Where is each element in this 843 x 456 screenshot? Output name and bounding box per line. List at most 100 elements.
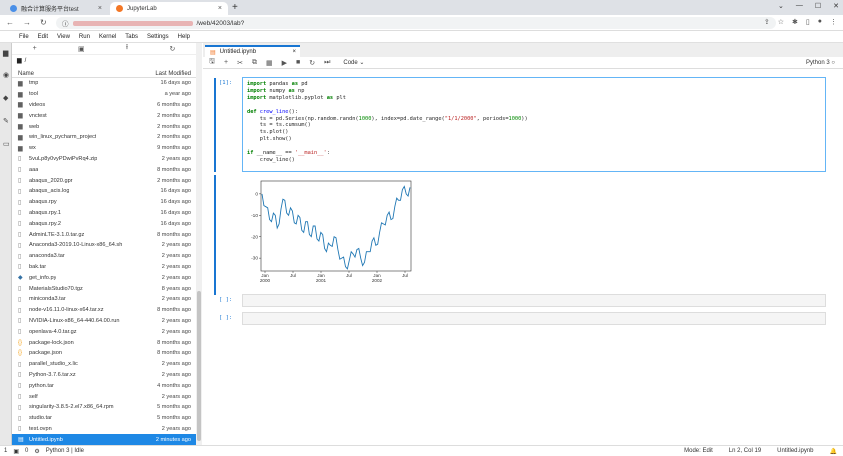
file-row[interactable]: ▆ win_linux_pycharm_project 2 months ago <box>12 132 197 143</box>
kernel-indicator[interactable]: Python 3 ○ <box>806 60 835 66</box>
cursor-position[interactable]: Ln 2, Col 19 <box>729 448 761 455</box>
sidebar-icon[interactable]: ▯ <box>806 18 810 26</box>
close-icon[interactable]: × <box>98 5 102 12</box>
url-field[interactable]: ⓘ /web/42003/lab? <box>56 17 776 29</box>
kernel-status[interactable]: Python 3 | Idle <box>46 448 84 454</box>
file-row[interactable]: ▯ Anaconda3-2019.10-Linux-x86_64.sh 2 year… <box>12 240 197 251</box>
notebook-tab[interactable]: ▤ Untitled.ipynb × <box>205 45 300 57</box>
tabs-icon[interactable]: ▭ <box>3 140 10 148</box>
extensions-icon[interactable]: ✱ <box>792 18 798 26</box>
stop-icon[interactable]: ■ <box>296 59 300 66</box>
restart-icon[interactable]: ↻ <box>309 59 315 67</box>
minimize-icon[interactable]: — <box>796 2 803 10</box>
new-launcher-icon[interactable]: + <box>33 45 37 52</box>
file-row[interactable]: ▆ web 2 months ago <box>12 121 197 132</box>
file-row[interactable]: ▯ python.tar 4 months ago <box>12 380 197 391</box>
cell-type-select[interactable]: Code ⌄ <box>343 59 364 66</box>
file-browser: + ▣ ⭱ ↻ ▆ / Name Last Modified ▆ tmp 16 da… <box>12 43 197 446</box>
file-row[interactable]: ▯ Python-3.7.6.tar.xz 2 years ago <box>12 370 197 381</box>
folder-icon[interactable]: ▆ <box>3 49 8 57</box>
file-row[interactable]: ▤ Untitled.ipynb 2 minutes ago <box>12 434 197 446</box>
file-row[interactable]: ▯ MaterialsStudio70.tgz 8 years ago <box>12 283 197 294</box>
close-window-icon[interactable]: ✕ <box>833 2 839 10</box>
new-folder-icon[interactable]: ▣ <box>78 45 85 53</box>
file-row[interactable]: ▯ anaconda3.tar 2 years ago <box>12 251 197 262</box>
browser-tab-platform[interactable]: 融合计算服务平台test × <box>4 2 108 15</box>
file-row[interactable]: ▆ vnctest 2 months ago <box>12 110 197 121</box>
file-row[interactable]: ▯ parallel_studio_x.lic 2 years ago <box>12 359 197 370</box>
file-row[interactable]: ▆ tmp 16 days ago <box>12 78 197 89</box>
palette-icon[interactable]: ◆ <box>3 94 8 102</box>
file-row[interactable]: ▆ videos 6 months ago <box>12 100 197 111</box>
menu-run[interactable]: Run <box>79 34 90 40</box>
file-row[interactable]: ◆ get_info.py 2 years ago <box>12 272 197 283</box>
file-row[interactable]: ▯ abaqus_2020.gpr 2 months ago <box>12 175 197 186</box>
menu-edit[interactable]: Edit <box>38 34 48 40</box>
cut-icon[interactable]: ✂ <box>237 59 243 67</box>
file-row[interactable]: ▆ tool a year ago <box>12 89 197 100</box>
add-cell-icon[interactable]: + <box>224 59 228 66</box>
settings-icon[interactable]: ⚙ <box>34 448 39 455</box>
home-folder-icon[interactable]: ▆ <box>17 57 22 64</box>
running-icon[interactable]: ◉ <box>3 71 9 79</box>
copy-icon[interactable]: ⧉ <box>252 59 257 67</box>
profile-icon[interactable]: ● <box>818 18 822 26</box>
browser-tab-jupyterlab[interactable]: JupyterLab × <box>110 2 228 15</box>
close-icon[interactable]: × <box>218 5 222 12</box>
file-row[interactable]: ▯ NVIDIA-Linux-x86_64-440.64.00.run 2 year… <box>12 316 197 327</box>
paste-icon[interactable]: ▦ <box>266 59 273 67</box>
file-row[interactable]: ▯ AdminLTE-3.1.0.tar.gz 8 months ago <box>12 229 197 240</box>
file-row[interactable]: ▯ studio.tar 5 months ago <box>12 413 197 424</box>
file-row[interactable]: ▯ bak.tar 2 years ago <box>12 262 197 273</box>
file-row[interactable]: ▯ node-v16.11.0-linux-x64.tar.xz 8 months … <box>12 305 197 316</box>
column-name[interactable]: Name <box>18 71 34 77</box>
maximize-icon[interactable]: ☐ <box>815 2 821 10</box>
share-icon[interactable]: ⇪ <box>764 18 770 26</box>
notification-icon[interactable]: 🔔 <box>830 448 837 455</box>
file-row[interactable]: ▯ openlava-4.0.tar.gz 2 years ago <box>12 326 197 337</box>
file-row[interactable]: {} package.json 8 months ago <box>12 348 197 359</box>
file-row[interactable]: ▯ abaqus_acis.log 16 days ago <box>12 186 197 197</box>
file-row[interactable]: ▯ abaqus.rpy 16 days ago <box>12 197 197 208</box>
refresh-icon[interactable]: ↻ <box>169 45 175 53</box>
menu-view[interactable]: View <box>57 34 70 40</box>
file-row[interactable]: {} package-lock.json 8 months ago <box>12 337 197 348</box>
file-row[interactable]: ▯ 5vuLp8y0vyPDwiPvRq4.zip 2 years ago <box>12 154 197 165</box>
folder-icon: ▆ <box>18 134 23 141</box>
file-row[interactable]: ▯ self 2 years ago <box>12 391 197 402</box>
file-row[interactable]: ▯ test.ovpn 2 years ago <box>12 424 197 435</box>
file-browser-scrollbar[interactable] <box>196 43 202 445</box>
file-modified: 2 years ago <box>161 155 191 162</box>
menu-help[interactable]: Help <box>178 34 190 40</box>
wrench-icon[interactable]: ✎ <box>3 117 9 125</box>
menu-icon[interactable]: ⋮ <box>830 18 837 26</box>
bookmark-icon[interactable]: ☆ <box>778 18 784 26</box>
menu-settings[interactable]: Settings <box>147 34 169 40</box>
menu-kernel[interactable]: Kernel <box>99 34 116 40</box>
file-row[interactable]: ▯ aaa 8 months ago <box>12 164 197 175</box>
file-row[interactable]: ▯ miniconda3.tar 2 years ago <box>12 294 197 305</box>
file-row[interactable]: ▆ wx 9 months ago <box>12 143 197 154</box>
file-row[interactable]: ▯ abaqus.rpy.1 16 days ago <box>12 208 197 219</box>
empty-code-cell[interactable] <box>242 312 826 325</box>
file-modified: 8 months ago <box>157 307 191 314</box>
upload-icon[interactable]: ⭱ <box>126 43 128 54</box>
empty-code-cell[interactable] <box>242 294 826 307</box>
back-icon[interactable]: ← <box>6 18 14 27</box>
fast-forward-icon[interactable]: ⏭ <box>324 59 330 67</box>
scrollbar-thumb[interactable] <box>197 291 201 441</box>
chevron-down-icon[interactable]: ⌄ <box>778 2 784 10</box>
code-cell-input[interactable]: import pandas as pd import numpy as np i… <box>242 77 826 172</box>
menu-tabs[interactable]: Tabs <box>125 34 138 40</box>
new-tab-button[interactable]: + <box>232 2 238 13</box>
run-icon[interactable]: ▶ <box>282 59 287 67</box>
file-row[interactable]: ▯ abaqus.rpy.2 16 days ago <box>12 218 197 229</box>
menu-file[interactable]: File <box>19 34 29 40</box>
column-last-modified[interactable]: Last Modified <box>155 71 191 77</box>
save-icon[interactable]: 🖫 <box>209 57 215 68</box>
file-row[interactable]: ▯ singularity-3.8.5-2.el7.x86_64.rpm 5 mon… <box>12 402 197 413</box>
close-icon[interactable]: × <box>292 49 296 55</box>
breadcrumb-root[interactable]: / <box>25 58 27 64</box>
reload-icon[interactable]: ↻ <box>40 18 47 27</box>
forward-icon[interactable]: → <box>23 18 31 27</box>
